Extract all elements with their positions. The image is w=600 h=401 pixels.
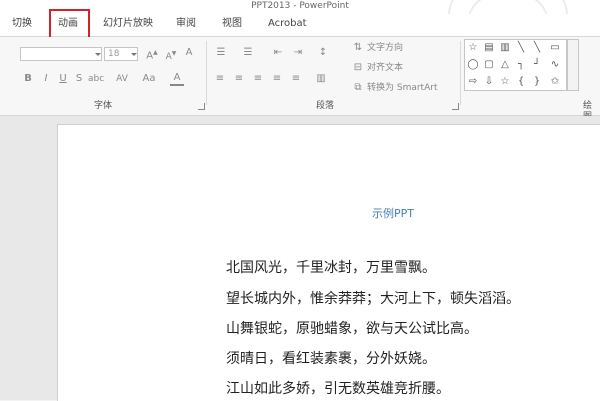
text-direction-icon[interactable]: ⇅ (352, 42, 364, 54)
slide-text-line[interactable]: 江山如此多娇，引无数英雄竞折腰。 (226, 380, 450, 398)
slide-title[interactable]: 示例PPT (372, 205, 414, 221)
tab-view[interactable]: 视图 (222, 17, 242, 31)
shape-textbox-icon[interactable]: ▤ (483, 42, 495, 54)
slide-text-line[interactable]: 北国风光，千里冰封，万里雪飘。 (226, 259, 436, 277)
shape-oval-icon[interactable]: ◯ (467, 59, 479, 71)
bold-icon[interactable]: B (22, 73, 34, 85)
smartart-icon[interactable]: ⧉ (352, 82, 364, 94)
font-color-icon[interactable]: A (170, 72, 184, 86)
underline-icon[interactable]: U (57, 73, 69, 85)
grow-font-icon[interactable]: A▲ (144, 47, 160, 62)
align-text-icon[interactable]: ⊟ (352, 62, 364, 74)
font-size-dropdown-icon[interactable] (131, 53, 137, 56)
paragraph-dialog-launcher-icon[interactable] (452, 103, 459, 110)
shadow-icon[interactable]: S (73, 73, 85, 85)
shape-rounded-rect-icon[interactable]: ▢ (483, 59, 495, 71)
shape-curve-icon[interactable]: ∿ (549, 59, 561, 71)
paragraph-group-label: 段落 (316, 101, 335, 111)
font-size-value: 18 (108, 49, 120, 59)
shape-elbow-icon[interactable]: ┐ (515, 59, 527, 71)
font-dialog-launcher-icon[interactable] (198, 103, 205, 110)
convert-smartart-button[interactable]: 转换为 SmartArt (367, 83, 437, 94)
columns-icon[interactable]: ▥ (314, 73, 328, 85)
group-separator (206, 41, 207, 105)
align-left-icon[interactable]: ≡ (213, 73, 227, 85)
strikethrough-icon[interactable]: abc (88, 73, 104, 85)
ribbon-tab-bar: 切换 动画 幻灯片放映 审阅 视图 Acrobat (0, 14, 600, 37)
shape-star5-icon[interactable]: ☆ (499, 76, 511, 88)
tab-transitions[interactable]: 切换 (12, 17, 32, 31)
font-group-label: 字体 (94, 101, 113, 111)
increase-indent-icon[interactable]: ⇥ (290, 47, 306, 59)
line-spacing-icon[interactable]: ↕ (315, 47, 331, 59)
change-case-icon[interactable]: Aa (141, 73, 157, 85)
slide-text-line[interactable]: 望长城内外，惟余莽莽；大河上下，顿失滔滔。 (226, 290, 520, 308)
shape-textbox-vertical-icon[interactable]: ▥ (499, 42, 511, 54)
shapes-gallery[interactable]: ☆ ▤ ▥ ╲ ╲ ▭ ◯ ▢ △ ┐ ┘ ∿ ⇨ ⇩ ☆ { } ✩ (464, 39, 567, 91)
shape-right-arrow-icon[interactable]: ⇨ (467, 76, 479, 88)
bullets-icon[interactable]: ☰ (213, 47, 229, 59)
tab-review[interactable]: 审阅 (176, 17, 196, 31)
tab-acrobat[interactable]: Acrobat (268, 17, 307, 31)
clear-format-icon[interactable]: A (182, 47, 196, 59)
shape-triangle-icon[interactable]: △ (499, 59, 511, 71)
shape-line-icon[interactable]: ╲ (515, 42, 527, 54)
font-name-dropdown-icon[interactable] (95, 53, 101, 56)
shape-brace-left-icon[interactable]: { (515, 76, 527, 88)
shapes-gallery-scroll[interactable] (567, 39, 579, 91)
char-spacing-icon[interactable]: AV (112, 73, 132, 85)
tab-slideshow[interactable]: 幻灯片放映 (103, 17, 153, 31)
font-name-box[interactable] (20, 47, 102, 61)
align-right-icon[interactable]: ≡ (251, 73, 265, 85)
shape-brace-right-icon[interactable]: } (531, 76, 543, 88)
numbering-icon[interactable]: ☰ (240, 47, 256, 59)
shape-arrow-line-icon[interactable]: ╲ (531, 42, 543, 54)
align-text-button[interactable]: 对齐文本 (367, 63, 403, 74)
text-direction-button[interactable]: 文字方向 (367, 43, 403, 54)
slide-text-line[interactable]: 须晴日，看红装素裹，分外妖娆。 (226, 350, 436, 368)
shrink-font-icon[interactable]: A▼ (163, 48, 179, 63)
justify-icon[interactable]: ≡ (270, 73, 284, 85)
shape-elbow-arrow-icon[interactable]: ┘ (531, 59, 543, 71)
decrease-indent-icon[interactable]: ⇤ (270, 47, 286, 59)
shape-star-small-icon[interactable]: ✩ (549, 76, 561, 88)
distribute-icon[interactable]: ≡ (289, 73, 303, 85)
shape-star-icon[interactable]: ☆ (467, 42, 479, 54)
italic-icon[interactable]: I (40, 73, 52, 85)
shape-down-arrow-icon[interactable]: ⇩ (483, 76, 495, 88)
group-separator (460, 41, 461, 105)
align-center-icon[interactable]: ≡ (232, 73, 246, 85)
slide-text-line[interactable]: 山舞银蛇，原驰蜡象，欲与天公试比高。 (226, 320, 478, 338)
window-title: PPT2013 - PowerPoint (251, 1, 349, 11)
shape-rectangle-icon[interactable]: ▭ (549, 42, 561, 54)
